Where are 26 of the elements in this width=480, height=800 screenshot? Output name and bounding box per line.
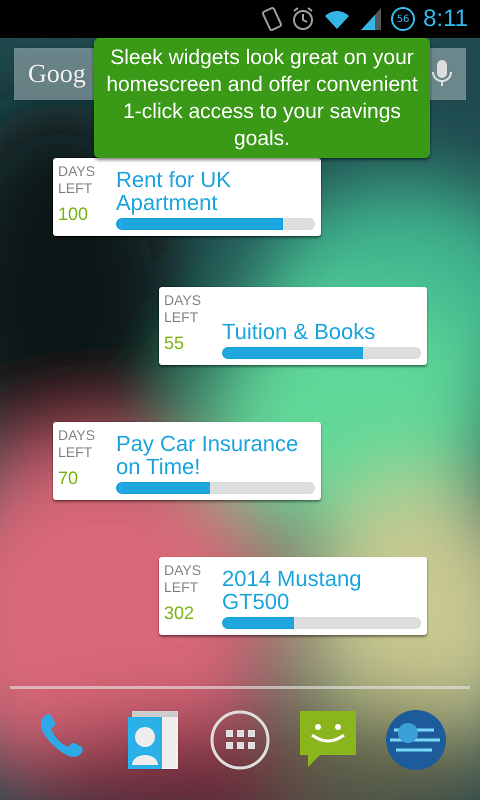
voice-search-button[interactable] bbox=[430, 48, 466, 100]
search-bar[interactable]: Goog bbox=[14, 48, 94, 100]
signal-icon bbox=[359, 6, 384, 32]
goal-widget[interactable]: DAYS LEFT 55 Tuition & Books bbox=[159, 287, 427, 365]
days-left-count: 302 bbox=[164, 603, 196, 624]
microphone-icon[interactable] bbox=[430, 60, 454, 88]
days-left-label: DAYS LEFT bbox=[58, 427, 96, 461]
days-left-label: DAYS LEFT bbox=[58, 163, 96, 197]
tooltip: Sleek widgets look great on your homescreen and offer convenient 1-click access to your savings goals. bbox=[94, 38, 430, 158]
days-left-count: 70 bbox=[58, 468, 80, 489]
goal-widget[interactable]: DAYS LEFT 100 Rent for UK Apartment bbox=[53, 158, 321, 236]
days-left-count: 100 bbox=[58, 204, 90, 225]
search-logo: Goog bbox=[28, 59, 86, 89]
screen-rotation-icon bbox=[261, 6, 284, 32]
goal-widget[interactable]: DAYS LEFT 70 Pay Car Insurance on Time! bbox=[53, 422, 321, 500]
clock: 8:11 bbox=[423, 5, 468, 33]
days-left-label: DAYS LEFT bbox=[164, 562, 202, 596]
alarm-icon bbox=[291, 6, 316, 32]
battery-level: 56 bbox=[391, 7, 416, 31]
goal-title: Rent for UK Apartment bbox=[116, 168, 232, 214]
goal-title: Tuition & Books bbox=[222, 320, 376, 343]
goal-widget[interactable]: DAYS LEFT 302 2014 Mustang GT500 bbox=[159, 557, 427, 635]
goal-title: 2014 Mustang GT500 bbox=[222, 567, 362, 613]
goal-title: Pay Car Insurance on Time! bbox=[116, 432, 300, 478]
days-left-label: DAYS LEFT bbox=[164, 292, 202, 326]
days-left-count: 55 bbox=[164, 333, 186, 354]
